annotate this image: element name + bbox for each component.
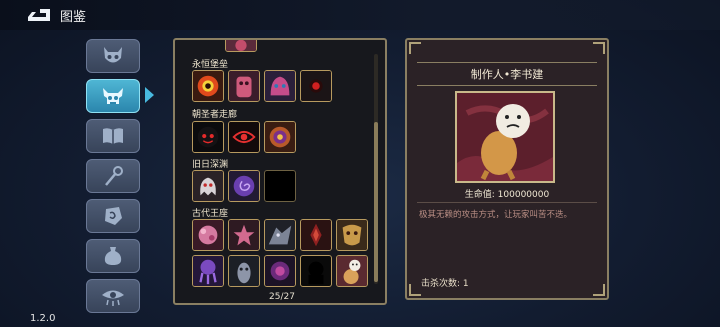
sidebar-item-monsters[interactable]	[86, 39, 140, 73]
monster-cell-dark-orb[interactable]	[300, 70, 332, 102]
demon-mask-icon	[104, 47, 122, 63]
category-label: 朝圣者走廊	[192, 110, 238, 120]
frame-corner	[593, 284, 605, 296]
monster-cell-white-wraith[interactable]	[192, 170, 224, 202]
monster-cell-shadow-face[interactable]	[192, 121, 224, 153]
sidebar-item-visions[interactable]	[86, 279, 140, 313]
back-arrow-icon[interactable]	[26, 6, 52, 24]
category-label: 旧日深渊	[192, 160, 229, 170]
monster-name: 制作人•李书建	[470, 68, 544, 81]
divider	[417, 202, 597, 203]
partial-monster-cell[interactable]	[225, 40, 257, 52]
category-label: 永恒堡垒	[192, 60, 229, 70]
monster-cell-locked[interactable]	[264, 170, 296, 202]
book-icon	[103, 128, 123, 144]
monster-detail-panel: 制作人•李书建 生命值: 100000000 极其无赖的攻击方式，让玩家叫苦不迭…	[405, 38, 609, 300]
monster-cell-purple-tentacle[interactable]	[192, 255, 224, 287]
monster-portrait	[455, 91, 555, 183]
staff-icon	[105, 166, 123, 186]
monster-cell-red-horned[interactable]	[300, 219, 332, 251]
detail-header: 制作人•李书建	[417, 62, 597, 86]
rune-stone-icon	[105, 207, 122, 225]
bestiary-list-panel[interactable]: 永恒堡垒 朝圣者走廊 旧日深渊 古代王座 25/27	[173, 38, 387, 305]
pouch-icon	[104, 247, 122, 265]
category-label: 古代王座	[192, 209, 229, 219]
monster-cell-purple-beast[interactable]	[264, 70, 296, 102]
frame-corner	[409, 42, 421, 54]
monster-cell-grey-dragon[interactable]	[264, 219, 296, 251]
hp-value: 生命值: 100000000	[464, 190, 550, 200]
monster-cell-grey-mummy[interactable]	[228, 255, 260, 287]
monster-cell-pink-petal[interactable]	[228, 219, 260, 251]
version-label: 1.2.0	[30, 313, 56, 324]
boss-skull-icon	[103, 88, 123, 104]
sidebar-item-runes[interactable]	[86, 199, 140, 233]
monster-cell-gold-mask[interactable]	[336, 219, 368, 251]
sidebar-item-weapons[interactable]	[86, 159, 140, 193]
monster-cell-purple-eye-orb[interactable]	[264, 121, 296, 153]
sidebar-item-lore[interactable]	[86, 119, 140, 153]
page-count: 25/27	[269, 292, 295, 302]
monster-cell-meme-cat[interactable]	[336, 255, 368, 287]
list-scrollbar-thumb[interactable]	[374, 122, 378, 282]
monster-cell-pink-golem[interactable]	[228, 70, 260, 102]
kill-count: 击杀次数: 1	[421, 279, 469, 289]
active-indicator-arrow	[145, 87, 154, 103]
sidebar-item-items[interactable]	[86, 239, 140, 273]
sidebar-item-bosses[interactable]	[86, 79, 140, 113]
top-bar: 图鉴	[0, 0, 720, 30]
page-title: 图鉴	[60, 10, 87, 25]
monster-cell-shadow-silhouette[interactable]	[300, 255, 332, 287]
frame-corner	[409, 284, 421, 296]
frame-corner	[593, 42, 605, 54]
eye-icon	[102, 290, 124, 306]
monster-description: 极其无赖的攻击方式，让玩家叫苦不迭。	[419, 210, 573, 220]
monster-cell-purple-spiral[interactable]	[228, 170, 260, 202]
monster-cell-purple-orb[interactable]	[264, 255, 296, 287]
monster-cell-red-eye[interactable]	[192, 70, 224, 102]
monster-cell-pink-flower-beast[interactable]	[192, 219, 224, 251]
monster-cell-red-eye-glyph[interactable]	[228, 121, 260, 153]
